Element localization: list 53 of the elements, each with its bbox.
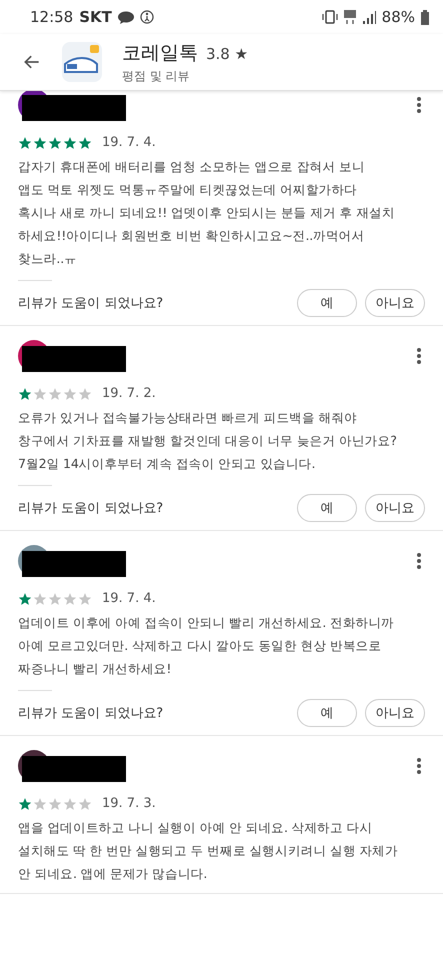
star-icon	[78, 592, 92, 606]
star-icon	[63, 136, 77, 150]
more-options-icon[interactable]	[417, 553, 421, 569]
app-name: 코레일톡	[122, 40, 198, 66]
status-time: 12:58	[30, 8, 74, 26]
app-rating: 3.8 ★	[206, 44, 248, 62]
star-icon	[33, 386, 47, 400]
page-subtitle: 평점 및 리뷰	[122, 68, 191, 84]
star-icon	[78, 796, 92, 810]
star-icon	[63, 796, 77, 810]
star-icon	[48, 386, 62, 400]
helpful-question: 리뷰가 도움이 되었나요?	[18, 705, 164, 722]
review-text: 갑자기 휴대폰에 배터리를 엄청 소모하는 앱으로 잡혀서 보니 앱도 먹토 위젯도 먹통ㅠ주말에 티켓끊었는데 어찌할가하다 혹시나 새로 까니 되네요!! 업뎃이후 안되시는 분들 제거 후 재설치 하세요!!아이디나 회원번호 비번 확인하시고요~전..까먹어서 찾느라..ㅠ	[18, 158, 396, 268]
star-icon	[78, 386, 92, 400]
more-options-icon[interactable]	[417, 97, 421, 113]
no-button[interactable]: 아니요	[365, 494, 425, 522]
helpful-question: 리뷰가 도움이 되었나요?	[18, 295, 164, 312]
star-icon	[48, 136, 62, 150]
review-date: 19. 7. 2.	[102, 386, 156, 401]
star-icon	[18, 136, 32, 150]
review-date: 19. 7. 3.	[102, 796, 156, 811]
yes-button[interactable]: 예	[297, 494, 357, 522]
battery-icon	[421, 10, 429, 24]
battery-percent: 88%	[382, 8, 415, 26]
more-options-icon[interactable]	[417, 758, 421, 774]
yes-button[interactable]: 예	[297, 699, 357, 727]
accessibility-icon	[140, 10, 154, 24]
no-button[interactable]: 아니요	[365, 289, 425, 317]
train-app-icon	[62, 42, 102, 82]
helpful-question: 리뷰가 도움이 되었나요?	[18, 500, 164, 517]
carrier-name: SKT	[79, 8, 112, 26]
yes-button[interactable]: 예	[297, 289, 357, 317]
review-date: 19. 7. 4.	[102, 135, 156, 150]
star-icon	[48, 592, 62, 606]
more-options-icon[interactable]	[417, 348, 421, 364]
star-icon	[33, 592, 47, 606]
star-icon	[63, 386, 77, 400]
signal-icon	[362, 10, 376, 24]
star-icon	[33, 136, 47, 150]
no-button[interactable]: 아니요	[365, 699, 425, 727]
star-icon	[63, 592, 77, 606]
star-icon	[78, 136, 92, 150]
star-icon	[18, 386, 32, 400]
star-icon	[33, 796, 47, 810]
review-text: 오류가 있거나 접속불가능상태라면 빠르게 피드백을 해줘야 창구에서 기차표를 재발행 할것인데 대응이 너무 늦은거 아닌가요? 7월2일 14시이후부터 계속 접속이 안되고 있습니다.	[18, 409, 398, 473]
chat-bubble-icon	[118, 10, 134, 24]
review-text: 앱을 업데이트하고 나니 실행이 아예 안 되네요. 삭제하고 다시 설치해도 딱 한 번만 실행되고 두 번째로 실행시키려니 실행 자체가 안 되네요. 앱에 문제가 많습니다.	[18, 819, 399, 883]
review-date: 19. 7. 4.	[102, 591, 156, 606]
review-text: 업데이트 이후에 아예 접속이 안되니 빨리 개선하세요. 전화하니까 아예 모르고있더만. 삭제하고 다시 깔아도 동일한 현상 반복으로 짜증나니 빨리 개선하세요!	[18, 614, 396, 678]
vibrate-icon	[322, 10, 338, 24]
star-icon	[48, 796, 62, 810]
star-icon	[18, 796, 32, 810]
star-icon	[18, 592, 32, 606]
